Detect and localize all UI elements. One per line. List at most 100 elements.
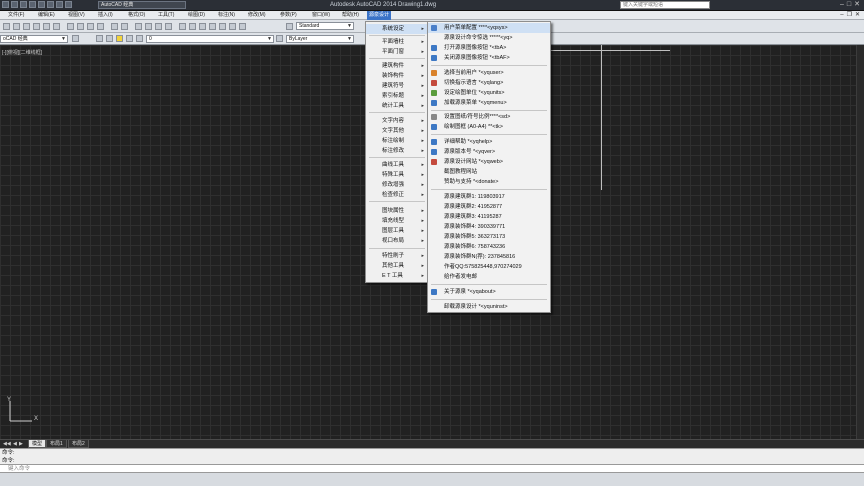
menu-item-decoration-parts[interactable]: 装饰构件 ▸: [366, 71, 428, 81]
help-icon[interactable]: [239, 23, 246, 30]
design-center-icon[interactable]: [189, 23, 196, 30]
menu-item-hatch-linetype[interactable]: 填充线型 ▸: [366, 216, 428, 226]
prev-tab-icon[interactable]: ◀: [13, 441, 17, 447]
menu-parametric[interactable]: 参数(P): [278, 11, 299, 20]
workspace-settings-icon[interactable]: [72, 35, 79, 42]
menu-item-statistics[interactable]: 统计工具 ▸: [366, 101, 428, 111]
submenu-item-load-menu[interactable]: 加载源泉菜单 *<yqmenu>: [428, 98, 550, 108]
open-file-icon[interactable]: [20, 1, 27, 8]
submenu-item-email-author[interactable]: 给作者发电邮: [428, 272, 550, 282]
submenu-item-uninstall[interactable]: 卸载源泉设计 *<yquninst>: [428, 302, 550, 312]
submenu-item-tutorial-site[interactable]: 截图教程网站: [428, 167, 550, 177]
save-as-icon[interactable]: [38, 1, 45, 8]
submenu-item-group-5[interactable]: 源泉装饰群5: 363273173: [428, 232, 550, 242]
submenu-item-close-image-buttons[interactable]: 关闭源泉图像按钮 *<tbAF>: [428, 53, 550, 63]
text-style-dropdown[interactable]: Standard ▼: [296, 22, 354, 30]
redo-tool-icon[interactable]: [121, 23, 128, 30]
submenu-item-group-6[interactable]: 源泉装饰群6: 758743236: [428, 242, 550, 252]
layer-dropdown[interactable]: 0 ▼: [146, 35, 274, 43]
menu-modify[interactable]: 修改(M): [246, 11, 268, 20]
submenu-item-drawing-units[interactable]: 设定绘图单位 *<yqunits>: [428, 88, 550, 98]
menu-item-block-attributes[interactable]: 图块属性 ▸: [366, 206, 428, 216]
tab-model[interactable]: 模型: [28, 440, 47, 448]
submenu-item-group-2[interactable]: 源泉建筑群2: 41952877: [428, 202, 550, 212]
color-dropdown[interactable]: ByLayer ▼: [286, 35, 354, 43]
submenu-item-user-menu-config[interactable]: 用户菜单配置 ****<yqsys>: [428, 23, 550, 33]
menu-format[interactable]: 格式(O): [126, 11, 147, 20]
submenu-item-group-n[interactable]: 源泉装饰群N(荐): 237845816: [428, 252, 550, 262]
submenu-item-website[interactable]: 源泉设计网站 *<yqweb>: [428, 157, 550, 167]
new-file-icon[interactable]: [11, 1, 18, 8]
calculator-icon[interactable]: [229, 23, 236, 30]
layer-properties-icon[interactable]: [96, 35, 103, 42]
submenu-item-about[interactable]: 关于源泉 *<yqabout>: [428, 287, 550, 297]
submenu-item-group-4[interactable]: 源泉装饰群4: 390339771: [428, 222, 550, 232]
make-current-icon[interactable]: [276, 35, 283, 42]
menu-yuanquan[interactable]: 源泉设计: [367, 11, 392, 20]
markup-icon[interactable]: [219, 23, 226, 30]
paste-icon[interactable]: [87, 23, 94, 30]
menu-item-dimension-draw[interactable]: 标注绘制 ▸: [366, 136, 428, 146]
menu-item-layer-tools[interactable]: 图层工具 ▸: [366, 226, 428, 236]
menu-item-check-fix[interactable]: 检查修正 ▸: [366, 190, 428, 200]
plot-icon[interactable]: [47, 1, 54, 8]
lock-icon[interactable]: [136, 35, 143, 42]
menu-item-doors[interactable]: 平面门窗 ▸: [366, 47, 428, 57]
submenu-item-author-qq[interactable]: 作者QQ:575825448,970274029: [428, 262, 550, 272]
menu-insert[interactable]: 插入(I): [96, 11, 115, 20]
vertical-scrollbar[interactable]: [856, 45, 864, 439]
app-menu-icon[interactable]: [2, 1, 9, 8]
tool-palettes-icon[interactable]: [199, 23, 206, 30]
menu-dimension[interactable]: 标注(N): [216, 11, 237, 20]
menu-item-building-symbols[interactable]: 建筑符号 ▸: [366, 81, 428, 91]
new-icon[interactable]: [3, 23, 10, 30]
workspace-switch-dropdown[interactable]: oCAD 经典 ▼: [0, 35, 68, 43]
maximize-icon[interactable]: □: [847, 1, 851, 9]
undo-tool-icon[interactable]: [111, 23, 118, 30]
submenu-item-donate[interactable]: 赞助与支持 *<donate>: [428, 177, 550, 187]
doc-minimize-icon[interactable]: –: [840, 12, 843, 19]
menu-tools[interactable]: 工具(T): [156, 11, 176, 20]
viewport-label[interactable]: [-][俯视][二维线框]: [2, 49, 42, 56]
redo-icon[interactable]: [65, 1, 72, 8]
search-input[interactable]: 键入关键字或短语: [620, 1, 710, 9]
menu-file[interactable]: 文件(F): [6, 11, 26, 20]
undo-icon[interactable]: [56, 1, 63, 8]
sheet-set-icon[interactable]: [209, 23, 216, 30]
match-properties-icon[interactable]: [97, 23, 104, 30]
doc-restore-icon[interactable]: ❐: [847, 12, 852, 19]
menu-item-curve-tools[interactable]: 曲线工具 ▸: [366, 160, 428, 170]
menu-item-et-tools[interactable]: E T 工具 ▸: [366, 271, 428, 281]
publish-icon[interactable]: [53, 23, 60, 30]
submenu-item-help[interactable]: 详细帮助 *<yqhelp>: [428, 137, 550, 147]
menu-view[interactable]: 视图(V): [66, 11, 87, 20]
minimize-icon[interactable]: –: [840, 1, 844, 9]
menu-item-text-content[interactable]: 文字内容 ▸: [366, 116, 428, 126]
menu-item-dimension-modify[interactable]: 标注修改 ▸: [366, 146, 428, 156]
menu-item-modify-enhance[interactable]: 修改增强 ▸: [366, 180, 428, 190]
tab-layout2[interactable]: 布局2: [68, 440, 89, 448]
menu-help[interactable]: 帮助(H): [340, 11, 361, 20]
menu-item-system-settings[interactable]: 系统设定 ▸: [366, 24, 428, 34]
menu-item-viewport-layout[interactable]: 视口布局 ▸: [366, 236, 428, 246]
doc-close-icon[interactable]: ✕: [855, 12, 860, 19]
copy-icon[interactable]: [77, 23, 84, 30]
submenu-item-group-3[interactable]: 源泉建筑群3: 41195287: [428, 212, 550, 222]
sun-freeze-icon[interactable]: [126, 35, 133, 42]
menu-item-other-tools[interactable]: 其他工具 ▸: [366, 261, 428, 271]
submenu-item-switch-language[interactable]: 切换指示语言 *<yqlang>: [428, 78, 550, 88]
close-icon[interactable]: ✕: [854, 1, 860, 9]
menu-item-walls[interactable]: 平面墙柱 ▸: [366, 37, 428, 47]
menu-window[interactable]: 窗口(W): [310, 11, 332, 20]
open-icon[interactable]: [13, 23, 20, 30]
menu-item-text-other[interactable]: 文字其他 ▸: [366, 126, 428, 136]
lightbulb-icon[interactable]: [116, 35, 123, 42]
tab-layout1[interactable]: 布局1: [46, 440, 67, 448]
save-tool-icon[interactable]: [23, 23, 30, 30]
zoom-window-icon[interactable]: [155, 23, 162, 30]
command-input[interactable]: 键入命令: [0, 464, 864, 473]
submenu-item-open-image-buttons[interactable]: 打开源泉图像按钮 *<tbA>: [428, 43, 550, 53]
menu-draw[interactable]: 绘图(D): [186, 11, 207, 20]
preview-icon[interactable]: [43, 23, 50, 30]
menu-edit[interactable]: 编辑(E): [36, 11, 57, 20]
